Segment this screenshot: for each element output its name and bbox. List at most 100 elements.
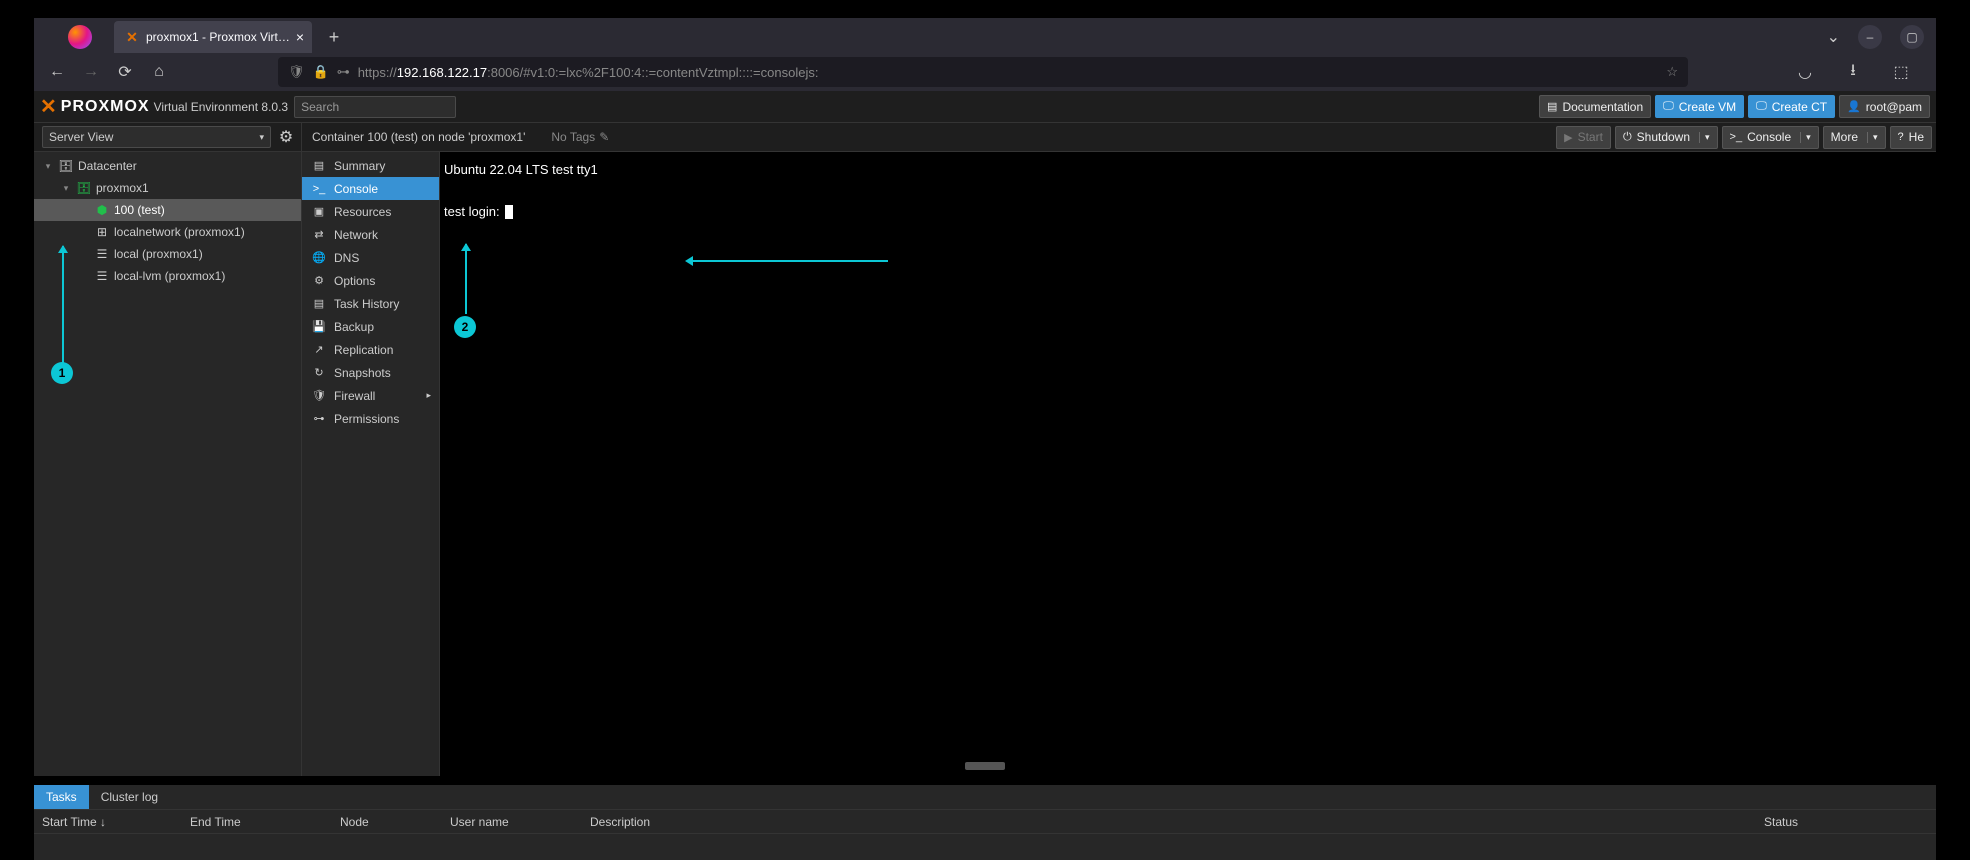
documentation-button[interactable]: ▤Documentation <box>1539 95 1651 118</box>
home-button[interactable]: ⌂ <box>144 57 174 87</box>
save-icon: 💾 <box>312 320 326 333</box>
tasks-panel: Tasks Cluster log Start Time ↓ End Time … <box>34 785 1936 860</box>
tree-local-lvm[interactable]: ☰local-lvm (proxmox1) <box>34 265 301 287</box>
console-button[interactable]: >_Console▾ <box>1722 126 1819 149</box>
nav-summary[interactable]: ▤Summary <box>302 154 439 177</box>
tasks-header: Start Time ↓ End Time Node User name Des… <box>34 810 1936 834</box>
toolbar: Server View▾ ⚙ Container 100 (test) on n… <box>34 123 1936 152</box>
pocket-icon[interactable]: ◡ <box>1790 57 1820 87</box>
container-icon: 🖵 <box>1756 100 1767 113</box>
no-tags-label[interactable]: No Tags✎ <box>551 130 609 144</box>
reload-button[interactable]: ⟳ <box>110 57 140 87</box>
storage-icon: ☰ <box>94 247 110 261</box>
user-button[interactable]: 👤root@pam <box>1839 95 1930 118</box>
shutdown-button[interactable]: ⏻Shutdown▾ <box>1615 126 1718 149</box>
gear-icon[interactable]: ⚙ <box>275 127 297 147</box>
shield-icon: 🛡 <box>288 64 305 80</box>
console-line: Ubuntu 22.04 LTS test tty1 <box>444 160 1932 181</box>
nav-task-history[interactable]: ▤Task History <box>302 292 439 315</box>
tree-localnetwork[interactable]: ⊞localnetwork (proxmox1) <box>34 221 301 243</box>
browser-chrome: ✕ proxmox1 - Proxmox Virt… × + ⌄ – ▢ ← →… <box>34 18 1936 91</box>
nav-firewall[interactable]: 🛡Firewall▸ <box>302 384 439 407</box>
nav-console[interactable]: >_Console <box>302 177 439 200</box>
maximize-button[interactable]: ▢ <box>1900 25 1924 49</box>
back-button[interactable]: ← <box>42 57 72 87</box>
console-terminal[interactable]: Ubuntu 22.04 LTS test tty1 test login: <box>440 152 1936 776</box>
node-icon: 🗄 <box>76 181 92 195</box>
help-icon: ? <box>1898 131 1904 143</box>
tree-node-proxmox1[interactable]: ▾🗄proxmox1 <box>34 177 301 199</box>
breadcrumb: Container 100 (test) on node 'proxmox1' <box>302 130 535 144</box>
proxmox-favicon: ✕ <box>124 29 140 45</box>
console-line <box>444 181 1932 202</box>
bottom-tabs: Tasks Cluster log <box>34 785 1936 810</box>
create-vm-button[interactable]: 🖵Create VM <box>1655 95 1744 118</box>
annotation-arrow-2 <box>465 244 467 314</box>
create-ct-button[interactable]: 🖵Create CT <box>1748 95 1835 118</box>
forward-button[interactable]: → <box>76 57 106 87</box>
chevron-down-icon[interactable]: ⌄ <box>1827 27 1840 47</box>
col-end-time[interactable]: End Time <box>182 815 332 829</box>
url-bar[interactable]: 🛡 🔒 ⊶ https://192.168.122.17:8006/#v1:0:… <box>278 57 1688 87</box>
history-icon: ↻ <box>312 366 326 379</box>
tree-datacenter[interactable]: ▾🗄Datacenter <box>34 155 301 177</box>
console-login-prompt: test login: <box>444 202 1932 223</box>
nav-backup[interactable]: 💾Backup <box>302 315 439 338</box>
key-icon: ⊶ <box>312 412 326 425</box>
view-dropdown[interactable]: Server View▾ <box>42 126 271 148</box>
extensions-icon[interactable]: ⬚ <box>1886 57 1916 87</box>
annotation-bubble-1: 1 <box>51 362 73 384</box>
network-icon: ⊞ <box>94 225 110 239</box>
bookmark-star-icon[interactable]: ☆ <box>1666 64 1678 80</box>
key-icon: ⊶ <box>337 64 350 80</box>
nav-network[interactable]: ⇄Network <box>302 223 439 246</box>
resource-tree: ▾🗄Datacenter ▾🗄proxmox1 ⬢100 (test) ⊞loc… <box>34 152 302 776</box>
split-handle[interactable] <box>965 762 1005 770</box>
download-icon[interactable]: ⭳ <box>1838 57 1868 87</box>
power-icon: ⏻ <box>1623 131 1632 144</box>
col-node[interactable]: Node <box>332 815 442 829</box>
col-user[interactable]: User name <box>442 815 582 829</box>
tab-tasks[interactable]: Tasks <box>34 785 89 809</box>
tree-container-100[interactable]: ⬢100 (test) <box>34 199 301 221</box>
notes-icon: ▤ <box>312 159 326 172</box>
monitor-icon: 🖵 <box>1663 100 1674 113</box>
main-content: ▾🗄Datacenter ▾🗄proxmox1 ⬢100 (test) ⊞loc… <box>34 152 1936 776</box>
tree-local-storage[interactable]: ☰local (proxmox1) <box>34 243 301 265</box>
close-tab-icon[interactable]: × <box>296 29 304 45</box>
nav-replication[interactable]: ↗Replication <box>302 338 439 361</box>
book-icon: ▤ <box>1547 100 1557 113</box>
version-label: Virtual Environment 8.0.3 <box>154 100 289 114</box>
minimize-button[interactable]: – <box>1858 25 1882 49</box>
url-proto: https:// <box>358 65 397 80</box>
caret-down-icon: ▾ <box>1800 132 1811 143</box>
server-icon: 🗄 <box>58 159 74 173</box>
url-path: :8006/#v1:0:=lxc%2F100:4::=contentVztmpl… <box>487 65 818 80</box>
pencil-icon: ✎ <box>599 130 609 144</box>
cube-icon: ⬢ <box>94 203 110 217</box>
nav-permissions[interactable]: ⊶Permissions <box>302 407 439 430</box>
nav-resources[interactable]: ▣Resources <box>302 200 439 223</box>
gear-icon: ⚙ <box>312 274 326 287</box>
new-tab-button[interactable]: + <box>320 23 348 51</box>
nav-snapshots[interactable]: ↻Snapshots <box>302 361 439 384</box>
tab-cluster-log[interactable]: Cluster log <box>89 785 170 809</box>
col-description[interactable]: Description <box>582 815 1756 829</box>
globe-icon: 🌐 <box>312 251 326 264</box>
nav-options[interactable]: ⚙Options <box>302 269 439 292</box>
start-button[interactable]: ▶Start <box>1556 126 1611 149</box>
col-status[interactable]: Status <box>1756 815 1936 829</box>
nav-dns[interactable]: 🌐DNS <box>302 246 439 269</box>
tab-title: proxmox1 - Proxmox Virt… <box>146 30 290 44</box>
col-start-time[interactable]: Start Time ↓ <box>34 815 182 829</box>
more-button[interactable]: More▾ <box>1823 126 1886 149</box>
help-button[interactable]: ?He <box>1890 126 1932 149</box>
firefox-icon <box>68 25 92 49</box>
caret-down-icon: ▾ <box>1699 132 1710 143</box>
logo-icon: ✕ <box>40 94 55 119</box>
search-input[interactable]: Search <box>294 96 456 118</box>
share-icon: ↗ <box>312 343 326 356</box>
annotation-bubble-2: 2 <box>454 316 476 338</box>
list-icon: ▤ <box>312 297 326 310</box>
browser-tab[interactable]: ✕ proxmox1 - Proxmox Virt… × <box>114 21 312 53</box>
